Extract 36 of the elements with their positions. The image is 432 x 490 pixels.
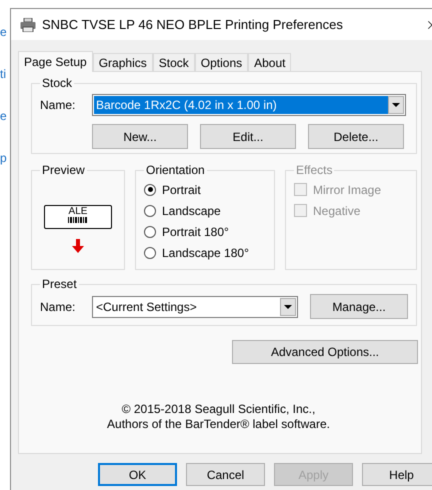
dropdown-field[interactable]: Barcode 1Rx2C (4.02 in x 1.00 in) — [92, 94, 406, 116]
background-text: p — [0, 150, 8, 166]
advanced-options-button[interactable]: Advanced Options... — [232, 340, 418, 364]
group-title: Stock — [41, 75, 74, 92]
tab[interactable]: Stock — [152, 53, 195, 71]
tab[interactable]: About — [248, 53, 292, 71]
label-text: ALE — [68, 206, 88, 217]
checkbox-label: Negative — [313, 202, 360, 220]
tab[interactable]: Page Setup — [18, 51, 93, 72]
manage-button[interactable]: Manage... — [310, 294, 408, 319]
group-title: Preview — [41, 162, 86, 179]
group-title: Preset — [41, 276, 78, 293]
copyright-text: © 2015-2018 Seagull Scientific, Inc., — [122, 402, 316, 417]
radio-label: Portrait — [162, 182, 201, 198]
button[interactable]: Delete... — [308, 124, 404, 149]
radio-label: Portrait 180° — [162, 224, 229, 240]
copyright-text: Authors of the BarTender® label software. — [107, 417, 330, 432]
button[interactable]: Edit... — [200, 124, 296, 149]
window-title: SNBC TVSE LP 46 NEO BPLE Printing Preferences — [42, 16, 343, 34]
radio-label: Landscape 180° — [162, 244, 249, 262]
dialog-button[interactable]: Cancel — [186, 463, 265, 486]
button[interactable]: New... — [92, 124, 188, 149]
tab[interactable]: Graphics — [92, 53, 153, 71]
background-text: e — [0, 24, 8, 40]
background-text: e — [0, 108, 8, 124]
checkbox-label: Mirror Image — [313, 182, 382, 198]
dialog-button[interactable]: OK — [98, 463, 177, 486]
background-text: ti — [0, 66, 7, 82]
radio-label: Landscape — [162, 202, 221, 220]
dialog-button[interactable]: Help — [362, 463, 432, 486]
field-label: Name: — [40, 97, 76, 114]
dropdown-field[interactable]: <Current Settings> — [92, 296, 298, 318]
group-title: Effects — [295, 162, 334, 179]
tab[interactable]: Options — [194, 53, 248, 71]
group-title: Orientation — [145, 162, 206, 179]
field-label: Name: — [40, 298, 76, 316]
